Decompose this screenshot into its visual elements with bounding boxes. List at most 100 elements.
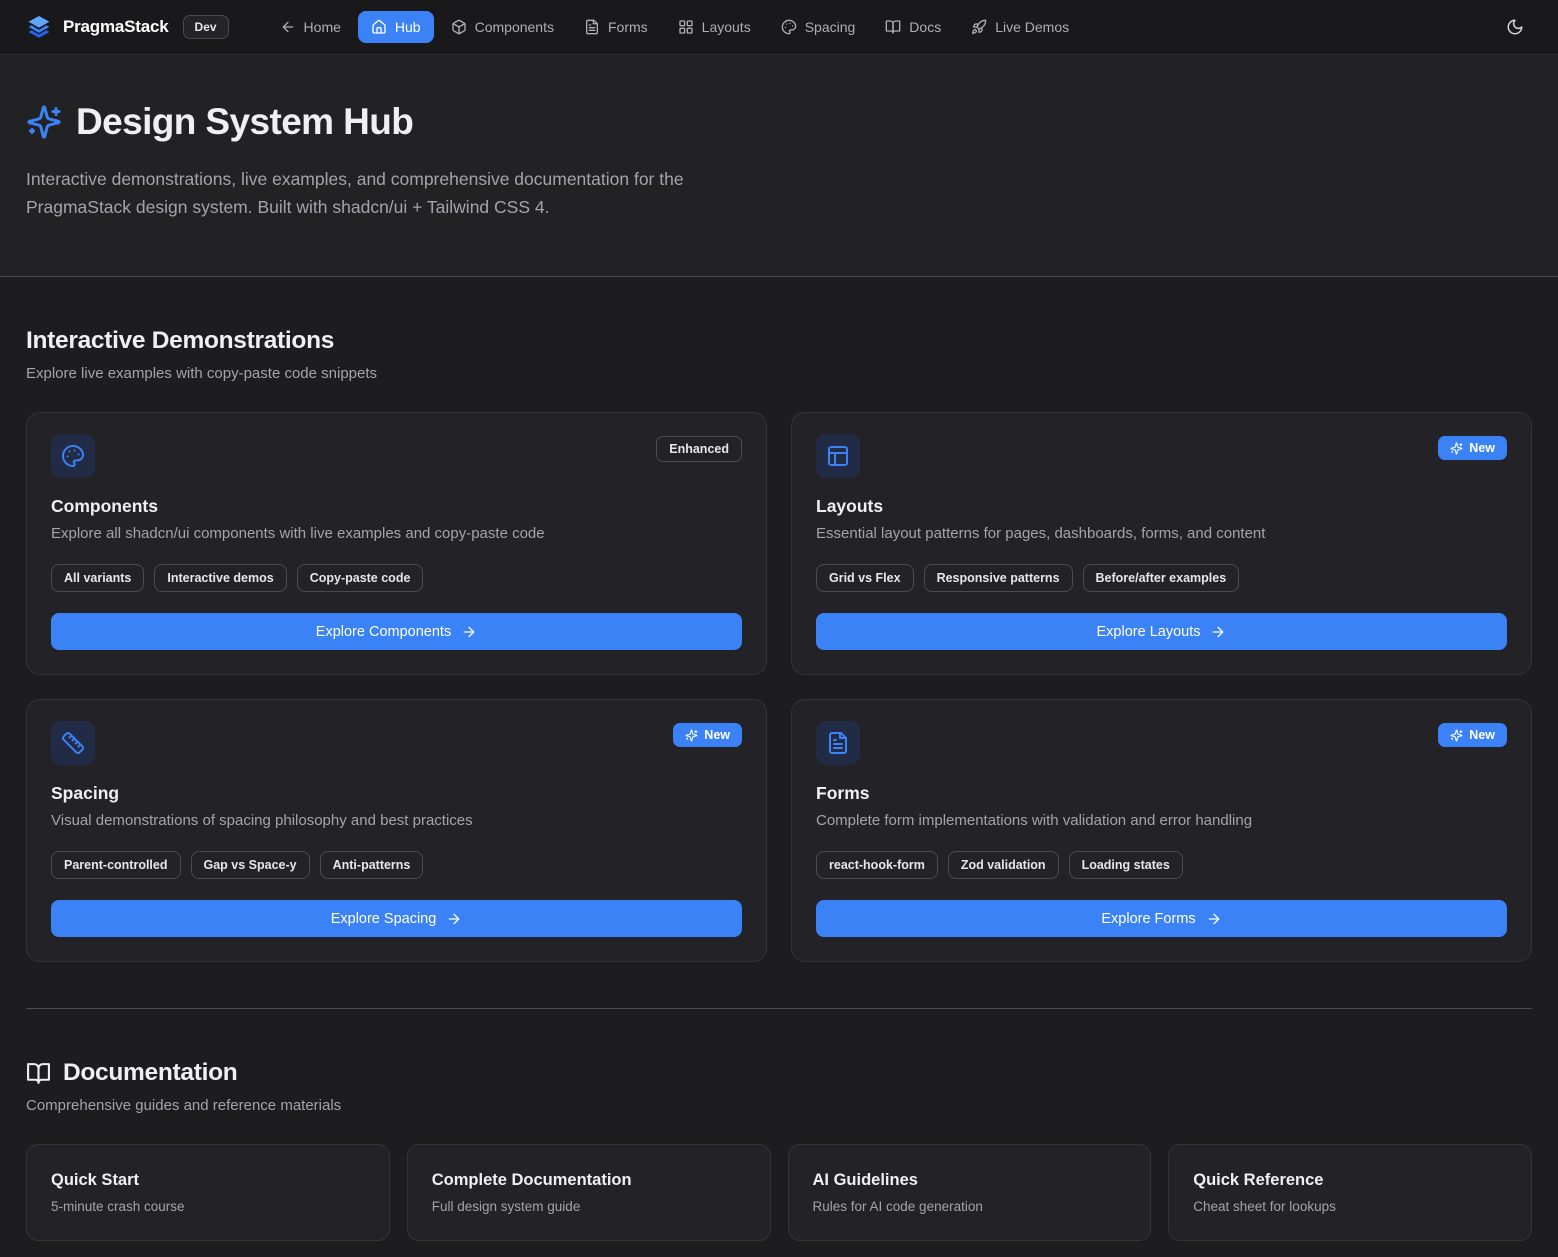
book-open-icon [885,19,901,35]
hero: Design System Hub Interactive demonstrat… [0,55,1558,277]
docs-section: Documentation Comprehensive guides and r… [26,1009,1532,1241]
card-description: Explore all shadcn/ui components with li… [51,525,742,542]
explore-forms-button[interactable]: Explore Forms [816,900,1507,937]
doc-card-title: Quick Reference [1193,1171,1507,1190]
sparkles-icon [1450,729,1463,742]
demos-subheading: Explore live examples with copy-paste co… [26,365,1532,382]
arrow-left-icon [280,19,296,35]
box-icon [451,19,467,35]
doc-card-description: 5-minute crash course [51,1199,365,1214]
sparkles-icon [1450,442,1463,455]
card-icon-tile [816,434,860,478]
main-content: Interactive Demonstrations Explore live … [0,277,1558,1257]
brand-link[interactable]: PragmaStack [26,14,169,40]
tag-badge: Parent-controlled [51,851,181,879]
brand-name: PragmaStack [63,17,169,37]
layout-panel-icon [826,444,850,468]
tag-badge: All variants [51,564,144,592]
arrow-right-icon [446,911,462,927]
doc-card-description: Cheat sheet for lookups [1193,1199,1507,1214]
tag-row: Grid vs Flex Responsive patterns Before/af… [816,564,1507,592]
card-description: Complete form implementations with valid… [816,812,1507,829]
doc-card-title: Quick Start [51,1171,365,1190]
nav-menu: Home Hub Components Forms Layouts Spacing Docs… [267,11,1083,43]
new-badge: New [1438,723,1507,747]
tag-badge: react-hook-form [816,851,938,879]
file-text-icon [826,731,850,755]
explore-components-button[interactable]: Explore Components [51,613,742,650]
nav-item-forms[interactable]: Forms [571,11,661,43]
card-description: Visual demonstrations of spacing philoso… [51,812,742,829]
nav-item-label: Layouts [702,19,751,35]
doc-card-description: Rules for AI code generation [813,1199,1127,1214]
palette-icon [61,444,85,468]
card-icon-tile [51,434,95,478]
nav-item-spacing[interactable]: Spacing [768,11,869,43]
docs-heading: Documentation [63,1059,237,1087]
arrow-right-icon [461,624,477,640]
nav-item-label: Forms [608,19,648,35]
file-text-icon [584,19,600,35]
page-title: Design System Hub [76,101,413,143]
hero-subtitle: Interactive demonstrations, live example… [26,165,771,221]
docs-subheading: Comprehensive guides and reference mater… [26,1097,1532,1114]
tag-badge: Interactive demos [154,564,286,592]
nav-item-docs[interactable]: Docs [872,11,954,43]
nav-item-hub[interactable]: Hub [358,11,434,43]
demo-card-spacing: New Spacing Visual demonstrations of spaci… [26,699,767,962]
doc-card-quick-reference[interactable]: Quick Reference Cheat sheet for lookups [1168,1144,1532,1241]
demo-card-layouts: NewLayoutsEssential layout patterns for … [791,412,1532,675]
card-title: Forms [816,783,1507,804]
sparkles-icon [685,729,698,742]
docs-heading-row: Documentation [26,1059,1532,1087]
sparkles-icon [26,104,62,140]
nav-item-layouts[interactable]: Layouts [665,11,764,43]
explore-layouts-button[interactable]: Explore Layouts [816,613,1507,650]
demo-card-forms: New Forms Complete form implementations wi… [791,699,1532,962]
tag-badge: Responsive patterns [924,564,1073,592]
rocket-icon [971,19,987,35]
top-nav: PragmaStack Dev Home Hub Components Forms La… [0,0,1558,55]
tag-row: All variants Interactive demos Copy-paste … [51,564,742,592]
tag-badge: Copy-paste code [297,564,424,592]
ruler-icon [61,731,85,755]
new-badge: New [673,723,742,747]
doc-card-description: Full design system guide [432,1199,746,1214]
layout-grid-icon [678,19,694,35]
arrow-right-icon [1210,624,1226,640]
doc-card-ai-guidelines[interactable]: AI GuidelinesRules for AI code generatio… [788,1144,1152,1241]
nav-item-components[interactable]: Components [438,11,567,43]
tag-badge: Zod validation [948,851,1059,879]
doc-card-grid: Quick Start 5-minute crash course Complete… [26,1144,1532,1241]
nav-item-home[interactable]: Home [267,11,354,43]
palette-icon [781,19,797,35]
card-description: Essential layout patterns for pages, das… [816,525,1507,542]
home-icon [371,19,387,35]
tag-badge: Gap vs Space-y [191,851,310,879]
demos-section: Interactive Demonstrations Explore live … [26,277,1532,962]
nav-item-label: Spacing [805,19,856,35]
demos-heading: Interactive Demonstrations [26,327,1532,355]
tag-row: react-hook-formZod validationLoading sta… [816,851,1507,879]
card-title: Spacing [51,783,742,804]
theme-toggle-button[interactable] [1498,10,1532,44]
doc-card-quick-start[interactable]: Quick Start 5-minute crash course [26,1144,390,1241]
card-icon-tile [51,721,95,765]
nav-item-label: Components [475,19,554,35]
demo-card-components: Enhanced Components Explore all shadcn/ui … [26,412,767,675]
nav-item-label: Home [304,19,341,35]
enhanced-badge: Enhanced [656,436,742,462]
nav-item-label: Docs [909,19,941,35]
new-badge: New [1438,436,1507,460]
arrow-right-icon [1206,911,1222,927]
nav-item-live-demos[interactable]: Live Demos [958,11,1082,43]
doc-card-title: Complete Documentation [432,1171,746,1190]
tag-badge: Anti-patterns [320,851,424,879]
tag-badge: Before/after examples [1083,564,1240,592]
env-badge: Dev [183,15,229,39]
tag-badge: Grid vs Flex [816,564,914,592]
doc-card-complete-documentation[interactable]: Complete Documentation Full design system… [407,1144,771,1241]
book-open-icon [26,1061,51,1086]
card-title: Components [51,496,742,517]
explore-spacing-button[interactable]: Explore Spacing [51,900,742,937]
